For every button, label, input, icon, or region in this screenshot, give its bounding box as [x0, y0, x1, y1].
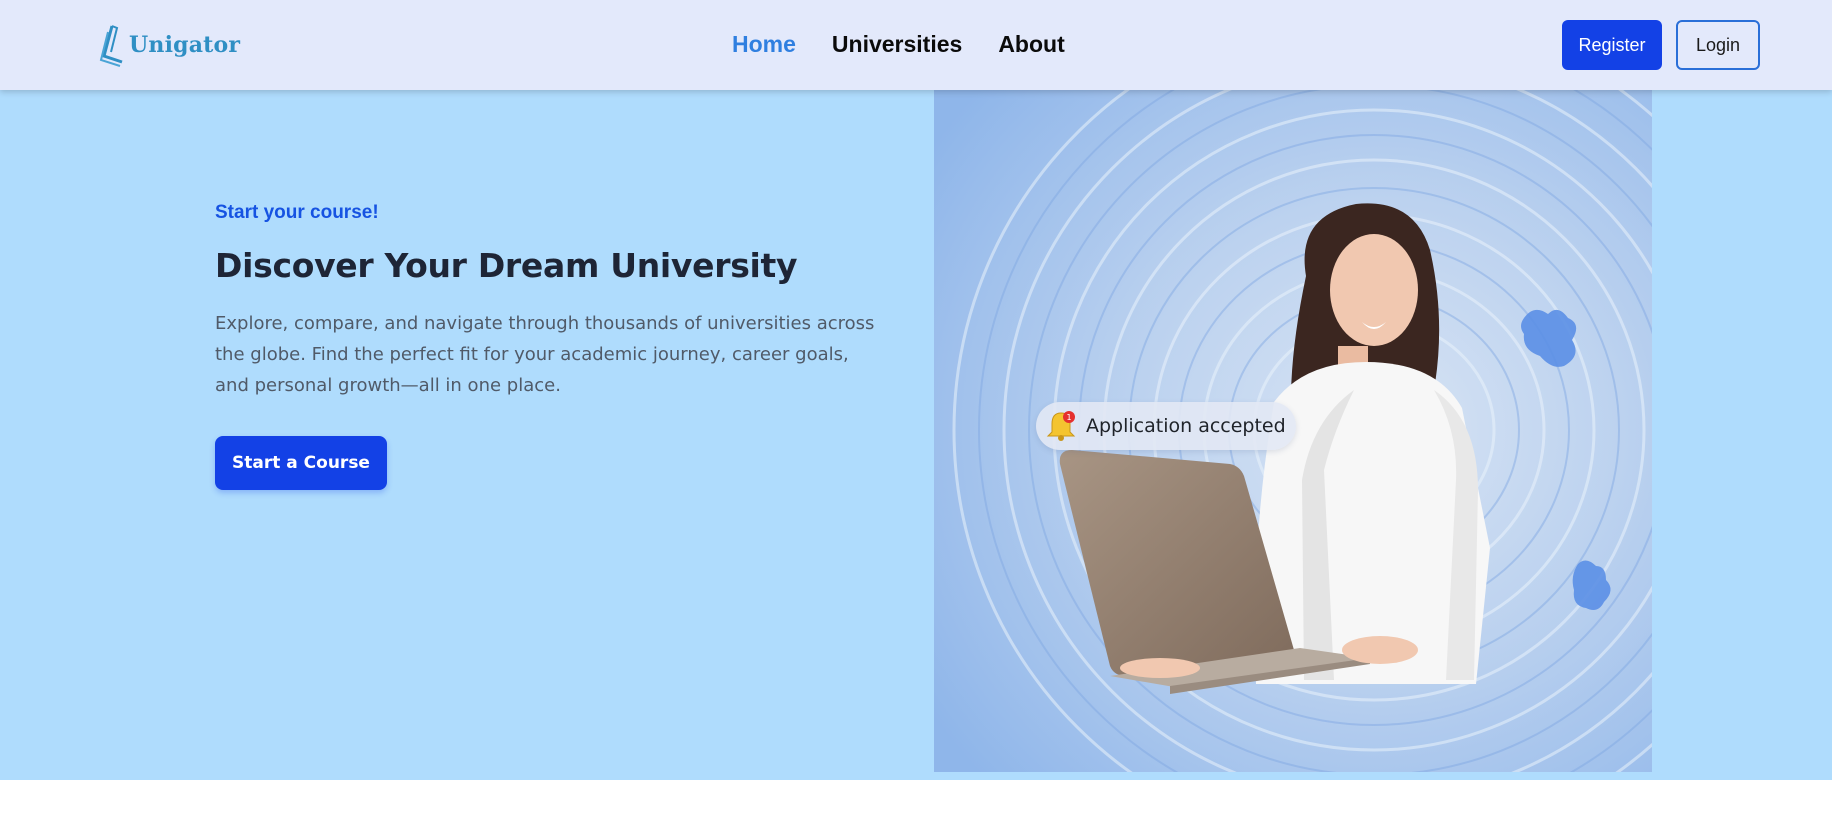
login-button[interactable]: Login [1676, 20, 1760, 70]
notification-badge: 1 [1066, 413, 1071, 422]
hero-section: Start your course! Discover Your Dream U… [0, 90, 1832, 780]
hero-tagline: Start your course! [215, 202, 379, 223]
main-nav: Home Universities About [732, 27, 1065, 61]
hero-description: Explore, compare, and navigate through t… [215, 313, 875, 396]
logo-link[interactable]: Unigator [98, 22, 240, 68]
start-course-button[interactable]: Start a Course [215, 436, 387, 490]
hero-headline: Discover Your Dream University [215, 246, 798, 285]
notification-toast: 1 Application accepted [1036, 402, 1296, 450]
bell-icon: 1 [1046, 411, 1076, 441]
nav-link-home[interactable]: Home [732, 27, 796, 61]
site-header: Unigator Home Universities About Registe… [0, 0, 1832, 90]
book-logo-icon [99, 25, 123, 67]
register-button[interactable]: Register [1562, 20, 1662, 70]
logo-text: Unigator [129, 32, 241, 58]
nav-link-universities[interactable]: Universities [832, 27, 962, 61]
nav-link-about[interactable]: About [998, 27, 1064, 61]
notification-text: Application accepted [1086, 415, 1286, 437]
